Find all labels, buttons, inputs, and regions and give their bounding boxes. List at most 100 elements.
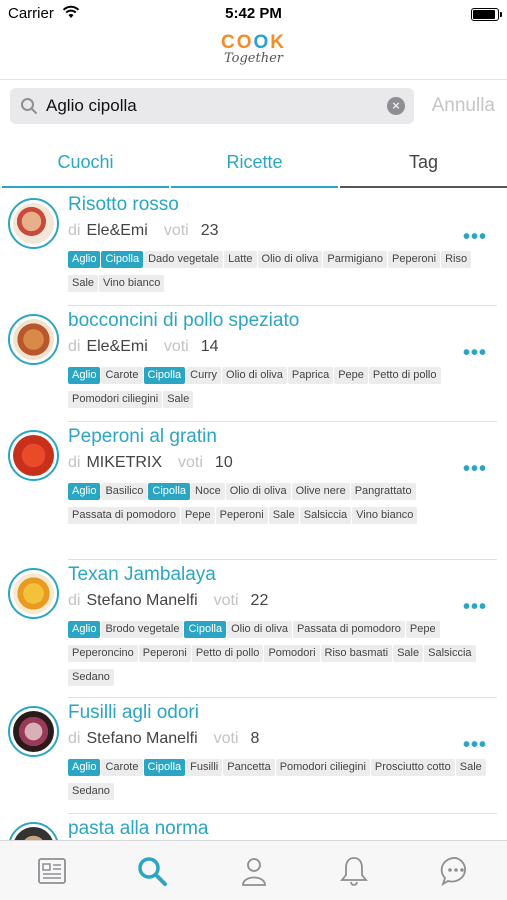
ingredient-tag[interactable]: Sale xyxy=(455,759,486,776)
ingredient-tag[interactable]: Vino bianco xyxy=(99,275,165,292)
ingredient-tag[interactable]: Prosciutto cotto xyxy=(370,759,455,776)
recipe-author[interactable]: Ele&Emi xyxy=(86,222,147,239)
ingredient-tag[interactable]: Noce xyxy=(191,483,225,500)
recipe-author[interactable]: Ele&Emi xyxy=(86,338,147,355)
recipe-title[interactable]: Peperoni al gratin xyxy=(68,426,217,448)
recipe-thumbnail[interactable] xyxy=(8,706,59,757)
ingredient-tag[interactable]: Pomodori xyxy=(264,645,320,662)
ingredient-tag[interactable]: Riso xyxy=(441,251,472,268)
recipe-thumbnail[interactable] xyxy=(8,568,59,619)
tab-tag[interactable]: Tag xyxy=(340,140,507,188)
recipe-list-item[interactable]: bocconcini di pollo speziato di Ele&Emi vot… xyxy=(0,306,507,422)
ingredient-tag[interactable]: Passata di pomodoro xyxy=(292,621,405,638)
ingredient-tag[interactable]: Latte xyxy=(224,251,257,268)
ingredient-tag[interactable]: Peperoni xyxy=(215,507,268,524)
ingredient-tag[interactable]: Olive nere xyxy=(291,483,350,500)
news-feed-icon[interactable] xyxy=(36,855,68,887)
ingredient-tag-matched[interactable]: Aglio xyxy=(68,367,101,384)
ingredient-tag[interactable]: Sale xyxy=(68,275,99,292)
recipe-list-item[interactable]: Risotto rosso di Ele&Emi voti 23 ••• Aglio Cipo… xyxy=(0,190,507,306)
ingredient-tag-matched[interactable]: Cipolla xyxy=(101,251,144,268)
ingredient-tag[interactable]: Carote xyxy=(101,367,143,384)
ingredient-tag[interactable]: Pangrattato xyxy=(350,483,416,500)
ingredient-tag[interactable]: Pomodori ciliegini xyxy=(275,759,370,776)
recipe-list-item[interactable]: Fusilli agli odori di Stefano Manelfi voti 8… xyxy=(0,698,507,814)
more-options-icon[interactable]: ••• xyxy=(463,734,487,757)
recipe-meta: di Ele&Emi voti 23 xyxy=(68,222,219,240)
ingredient-tag[interactable]: Brodo vegetale xyxy=(101,621,184,638)
ingredient-tag[interactable]: Peperoncino xyxy=(68,645,138,662)
by-label: di xyxy=(68,592,81,609)
ingredient-tag[interactable]: Passata di pomodoro xyxy=(68,507,180,524)
recipe-title[interactable]: Fusilli agli odori xyxy=(68,702,199,724)
more-options-icon[interactable]: ••• xyxy=(463,226,487,249)
recipe-list-item[interactable]: pasta alla norma xyxy=(0,814,507,840)
ingredient-tag[interactable]: Peperoni xyxy=(138,645,191,662)
ingredient-tag[interactable]: Petto di pollo xyxy=(191,645,264,662)
ingredient-tag[interactable]: Salsiccia xyxy=(424,645,476,662)
chat-bubble-icon[interactable] xyxy=(440,855,472,887)
search-field[interactable]: Aglio cipolla × xyxy=(10,88,414,124)
ingredient-tag-matched[interactable]: Cipolla xyxy=(184,621,227,638)
ingredient-tag[interactable]: Pepe xyxy=(405,621,440,638)
recipe-list-item[interactable]: Texan Jambalaya di Stefano Manelfi voti 22 ••… xyxy=(0,560,507,698)
ingredient-tag[interactable]: Sedano xyxy=(68,783,114,800)
search-input[interactable]: Aglio cipolla xyxy=(46,96,137,116)
recipe-list[interactable]: Risotto rosso di Ele&Emi voti 23 ••• Aglio Cipo… xyxy=(0,190,507,840)
ingredient-tag[interactable]: Riso basmati xyxy=(320,645,393,662)
ingredient-tag[interactable]: Fusilli xyxy=(186,759,223,776)
profile-icon[interactable] xyxy=(238,855,270,887)
cancel-button[interactable]: Annulla xyxy=(432,95,495,117)
ingredient-tag[interactable]: Sedano xyxy=(68,669,114,686)
ingredient-tag[interactable]: Sale xyxy=(393,645,424,662)
ingredient-tag[interactable]: Pepe xyxy=(334,367,368,384)
ingredient-tag[interactable]: Pomodori ciliegini xyxy=(68,391,163,408)
recipe-title[interactable]: bocconcini di pollo speziato xyxy=(68,310,299,332)
ingredient-tag[interactable]: Pepe xyxy=(180,507,215,524)
recipe-thumbnail[interactable] xyxy=(8,314,59,365)
ingredient-tag[interactable]: Peperoni xyxy=(388,251,441,268)
ingredient-tag-matched[interactable]: Aglio xyxy=(68,483,101,500)
clear-search-icon[interactable]: × xyxy=(387,97,405,115)
recipe-title[interactable]: Texan Jambalaya xyxy=(68,564,216,586)
ingredient-tag[interactable]: Dado vegetale xyxy=(144,251,224,268)
ingredient-tag[interactable]: Parmigiano xyxy=(323,251,388,268)
recipe-thumbnail[interactable] xyxy=(8,198,59,249)
ingredient-tag[interactable]: Basilico xyxy=(101,483,148,500)
recipe-author[interactable]: Stefano Manelfi xyxy=(86,730,197,747)
ingredient-tag[interactable]: Olio di oliva xyxy=(257,251,323,268)
recipe-author[interactable]: MIKETRIX xyxy=(86,454,162,471)
ingredient-tag[interactable]: Olio di oliva xyxy=(225,483,291,500)
ingredient-tag[interactable]: Petto di pollo xyxy=(368,367,441,384)
ingredient-tag[interactable]: Pancetta xyxy=(223,759,275,776)
more-options-icon[interactable]: ••• xyxy=(463,342,487,365)
recipe-thumbnail[interactable] xyxy=(8,430,59,481)
ingredient-tag[interactable]: Carote xyxy=(101,759,143,776)
recipe-list-item[interactable]: Peperoni al gratin di MIKETRIX voti 10 ••• Agl… xyxy=(0,422,507,560)
votes-count: 22 xyxy=(250,592,269,609)
bell-icon[interactable] xyxy=(338,855,370,887)
search-icon[interactable] xyxy=(136,855,168,887)
ingredient-tag-matched[interactable]: Cipolla xyxy=(148,483,191,500)
ingredient-tag-matched[interactable]: Aglio xyxy=(68,759,101,776)
recipe-title[interactable]: pasta alla norma xyxy=(68,818,208,840)
ingredient-tag[interactable]: Vino bianco xyxy=(352,507,418,524)
recipe-title[interactable]: Risotto rosso xyxy=(68,194,179,216)
ingredient-tag-matched[interactable]: Cipolla xyxy=(143,759,186,776)
ingredient-tag[interactable]: Olio di oliva xyxy=(227,621,292,638)
tab-cuochi[interactable]: Cuochi xyxy=(2,140,169,188)
tab-ricette[interactable]: Ricette xyxy=(171,140,338,188)
ingredient-tag[interactable]: Olio di oliva xyxy=(222,367,287,384)
ingredient-tag[interactable]: Sale xyxy=(268,507,299,524)
more-options-icon[interactable]: ••• xyxy=(463,596,487,619)
ingredient-tag-matched[interactable]: Cipolla xyxy=(143,367,186,384)
recipe-author[interactable]: Stefano Manelfi xyxy=(86,592,197,609)
ingredient-tag-matched[interactable]: Aglio xyxy=(68,251,101,268)
ingredient-tag[interactable]: Sale xyxy=(163,391,194,408)
more-options-icon[interactable]: ••• xyxy=(463,458,487,481)
ingredient-tag[interactable]: Salsiccia xyxy=(299,507,352,524)
ingredient-tag[interactable]: Paprica xyxy=(287,367,334,384)
ingredient-tag-matched[interactable]: Aglio xyxy=(68,621,101,638)
recipe-thumbnail[interactable] xyxy=(8,822,59,840)
ingredient-tag[interactable]: Curry xyxy=(186,367,222,384)
